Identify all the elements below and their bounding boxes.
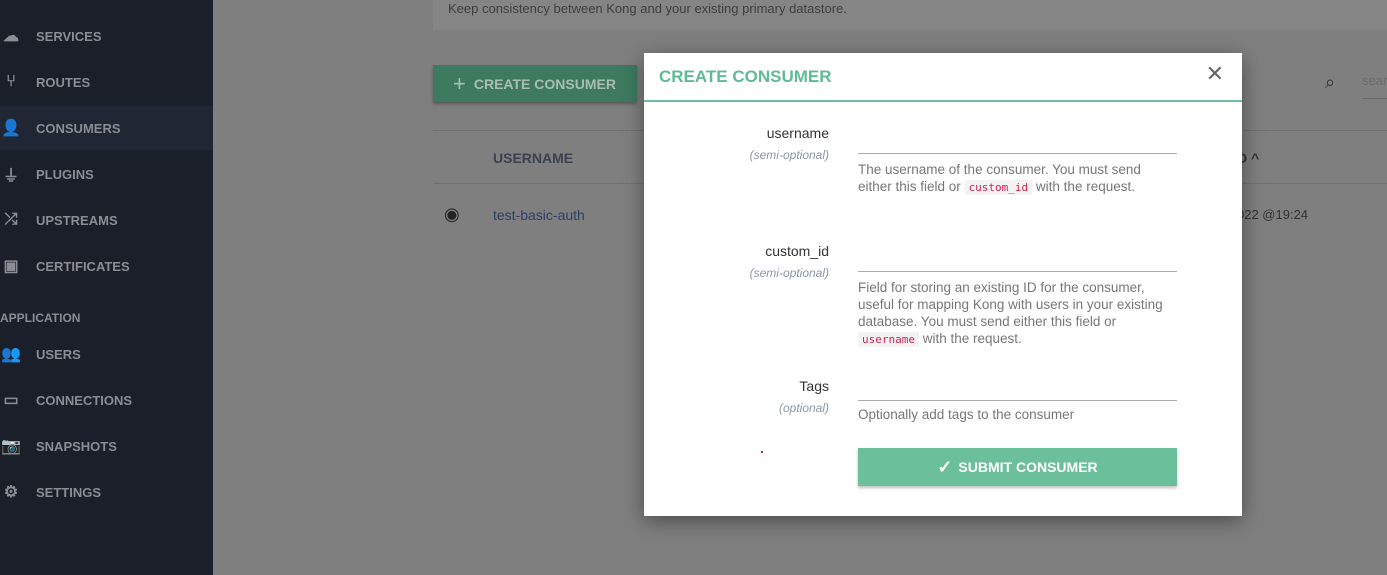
label: SUBMIT CONSUMER bbox=[958, 459, 1098, 475]
create-consumer-modal: CREATE CONSUMER ✕ username (semi-optiona… bbox=[644, 53, 1242, 516]
help-text: with the request. bbox=[918, 331, 1022, 346]
sidebar-item-plugins[interactable]: ⏚ PLUGINS bbox=[0, 152, 213, 196]
label: CONNECTIONS bbox=[36, 392, 133, 408]
sidebar-item-routes[interactable]: ⑂ ROUTES bbox=[0, 60, 213, 104]
user-icon: 👤 bbox=[1, 120, 21, 137]
plug-icon: ⏚ bbox=[2, 168, 19, 185]
sidebar-item-users[interactable]: 👥 USERS bbox=[0, 332, 213, 376]
sidebar-item-upstreams[interactable]: ⤮ UPSTREAMS bbox=[0, 198, 213, 242]
tags-hint: (optional) bbox=[778, 401, 829, 415]
tags-input[interactable] bbox=[858, 373, 1177, 401]
username-hint: (semi-optional) bbox=[749, 148, 829, 162]
create-consumer-button[interactable]: + CREATE CONSUMER bbox=[433, 65, 637, 102]
check-icon: ✓ bbox=[937, 456, 953, 477]
search-icon: ⌕ bbox=[1325, 72, 1336, 92]
certificate-icon: ▣ bbox=[3, 258, 19, 275]
route-icon: ⑂ bbox=[6, 73, 16, 90]
tags-help: Optionally add tags to the consumer bbox=[858, 407, 1075, 422]
section-heading: APPLICATION bbox=[0, 311, 81, 325]
column-username[interactable]: USERNAME bbox=[493, 150, 573, 166]
username-label: username bbox=[766, 125, 829, 141]
modal-title: CREATE CONSUMER bbox=[644, 53, 1242, 102]
label: SNAPSHOTS bbox=[36, 438, 117, 454]
close-icon[interactable]: ✕ bbox=[1206, 61, 1224, 87]
custom-id-help: Field for storing an existing ID for the… bbox=[858, 279, 1178, 348]
label: USERS bbox=[36, 346, 81, 362]
submit-consumer-button[interactable]: ✓ SUBMIT CONSUMER bbox=[858, 448, 1177, 486]
label: UPSTREAMS bbox=[36, 212, 118, 228]
custom-id-label: custom_id bbox=[765, 243, 829, 259]
cast-icon: ▭ bbox=[3, 392, 19, 409]
marker-dot bbox=[761, 451, 763, 453]
shuffle-icon: ⤮ bbox=[4, 211, 18, 228]
gear-icon: ⚙ bbox=[3, 484, 19, 501]
code: custom_id bbox=[964, 180, 1033, 195]
plus-icon: + bbox=[453, 70, 466, 96]
label: CREATE CONSUMER bbox=[473, 75, 616, 92]
sidebar-item-connections[interactable]: ▭ CONNECTIONS bbox=[0, 378, 213, 422]
sidebar: ☁ SERVICES ⑂ ROUTES 👤 CONSUMERS ⏚ PLUGINS ⤮ U… bbox=[0, 0, 213, 575]
label: SETTINGS bbox=[36, 484, 102, 500]
camera-icon: 📷 bbox=[1, 438, 21, 455]
sidebar-item-snapshots[interactable]: 📷 SNAPSHOTS bbox=[0, 424, 213, 468]
users-icon: 👥 bbox=[1, 346, 21, 363]
search-input[interactable]: search... bbox=[1362, 73, 1387, 99]
help-text: Field for storing an existing ID for the… bbox=[858, 280, 1163, 329]
custom-id-input[interactable] bbox=[858, 244, 1177, 272]
consumer-link[interactable]: test-basic-auth bbox=[493, 207, 585, 223]
info-text: Keep consistency between Kong and your e… bbox=[448, 1, 847, 16]
sidebar-item-settings[interactable]: ⚙ SETTINGS bbox=[0, 470, 213, 514]
sidebar-item-certificates[interactable]: ▣ CERTIFICATES bbox=[0, 244, 213, 288]
created-date: 022 @19:24 bbox=[1237, 207, 1309, 222]
custom-id-hint: (semi-optional) bbox=[749, 266, 829, 280]
info-panel: Keep consistency between Kong and your e… bbox=[433, 0, 1387, 30]
username-help: The username of the consumer. You must s… bbox=[858, 161, 1178, 196]
eye-icon[interactable]: ◉ bbox=[444, 204, 460, 225]
username-input[interactable] bbox=[858, 126, 1177, 154]
tags-label: Tags bbox=[799, 378, 829, 394]
sidebar-item-consumers[interactable]: 👤 CONSUMERS bbox=[0, 106, 213, 150]
cloud-icon: ☁ bbox=[3, 28, 19, 45]
label: CONSUMERS bbox=[36, 120, 121, 136]
help-text: with the request. bbox=[1032, 179, 1135, 194]
label: ROUTES bbox=[36, 74, 91, 90]
code: username bbox=[858, 332, 919, 347]
label: PLUGINS bbox=[36, 166, 94, 182]
label: CERTIFICATES bbox=[36, 258, 130, 274]
label: SERVICES bbox=[36, 28, 102, 44]
sidebar-item-services[interactable]: ☁ SERVICES bbox=[0, 14, 213, 58]
